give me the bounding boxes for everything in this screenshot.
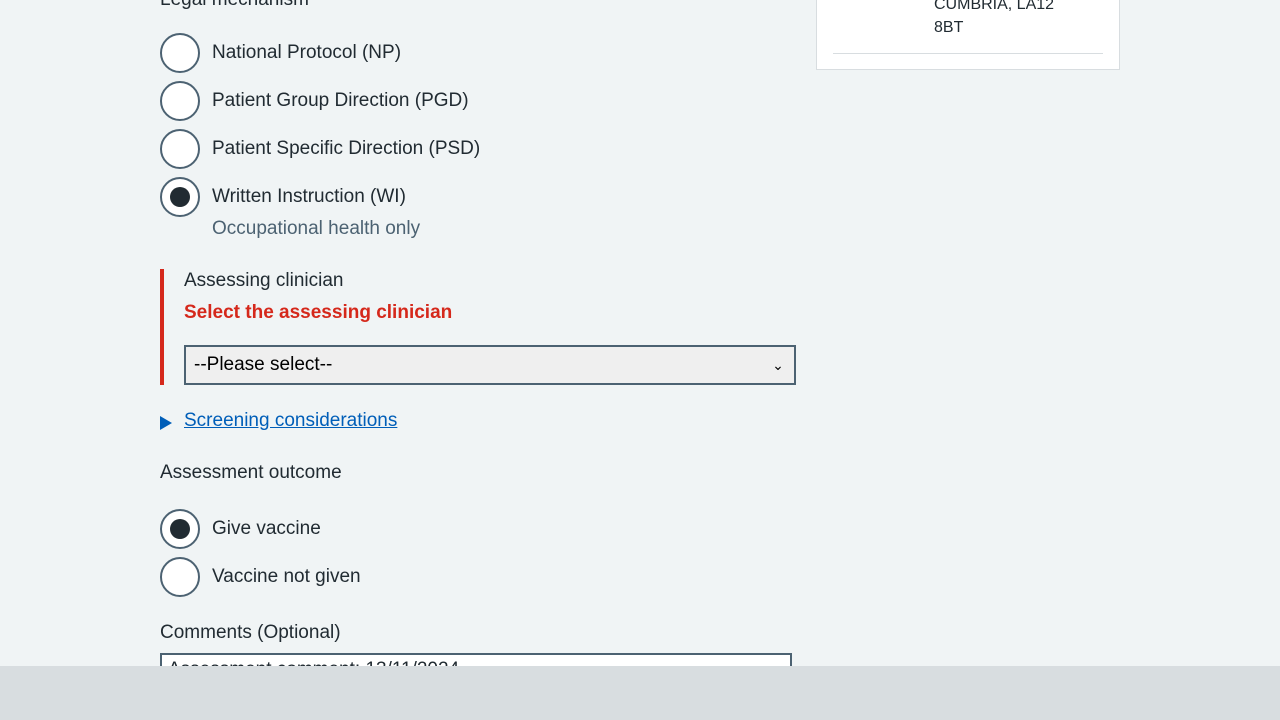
radio-hint-wi: Occupational health only	[212, 218, 421, 239]
radio-label-vaccine-not-given: Vaccine not given	[212, 566, 361, 587]
assessing-clinician-group: Assessing clinician Select the assessing…	[160, 269, 796, 385]
comments-label: Comments (Optional)	[160, 622, 341, 643]
radio-written-instruction[interactable]: Written Instruction (WI)	[160, 177, 406, 217]
assessing-clinician-select[interactable]: --Please select-- ⌄	[184, 345, 796, 385]
chevron-down-icon: ⌄	[772, 356, 784, 373]
bottom-bar	[0, 666, 1280, 720]
address-line-2: 8BT	[934, 19, 964, 36]
radio-label-pgd: Patient Group Direction (PGD)	[212, 90, 469, 111]
card-divider	[833, 53, 1103, 54]
assessing-clinician-error: Select the assessing clinician	[184, 302, 453, 323]
address-line-1: CUMBRIA, LA12	[934, 0, 1055, 13]
assessment-outcome-label: Assessment outcome	[160, 462, 342, 483]
radio-circle-psd[interactable]	[160, 129, 200, 169]
assessing-clinician-label: Assessing clinician	[184, 270, 344, 291]
radio-label-wi: Written Instruction (WI)	[212, 186, 406, 207]
patient-details-card: CUMBRIA, LA12 8BT	[816, 0, 1120, 70]
radio-circle-wi-selected[interactable]	[160, 177, 200, 217]
radio-label-psd: Patient Specific Direction (PSD)	[212, 138, 481, 159]
radio-circle-vaccine-not-given[interactable]	[160, 557, 200, 597]
legal-mechanism-label: Legal mechanism	[160, 0, 309, 12]
radio-national-protocol[interactable]: National Protocol (NP)	[160, 33, 401, 73]
radio-give-vaccine[interactable]: Give vaccine	[160, 509, 321, 549]
radio-patient-group-direction[interactable]: Patient Group Direction (PGD)	[160, 81, 469, 121]
screening-considerations-details[interactable]: Screening considerations	[160, 409, 397, 433]
triangle-right-icon	[160, 416, 172, 430]
address: CUMBRIA, LA12 8BT	[934, 0, 1054, 39]
radio-vaccine-not-given[interactable]: Vaccine not given	[160, 557, 361, 597]
select-value: --Please select--	[194, 354, 333, 375]
radio-circle-pgd[interactable]	[160, 81, 200, 121]
radio-circle-np[interactable]	[160, 33, 200, 73]
radio-label-np: National Protocol (NP)	[212, 42, 402, 63]
screening-considerations-link[interactable]: Screening considerations	[184, 409, 397, 433]
radio-patient-specific-direction[interactable]: Patient Specific Direction (PSD)	[160, 129, 480, 169]
radio-label-give-vaccine: Give vaccine	[212, 518, 321, 539]
radio-circle-give-vaccine-selected[interactable]	[160, 509, 200, 549]
